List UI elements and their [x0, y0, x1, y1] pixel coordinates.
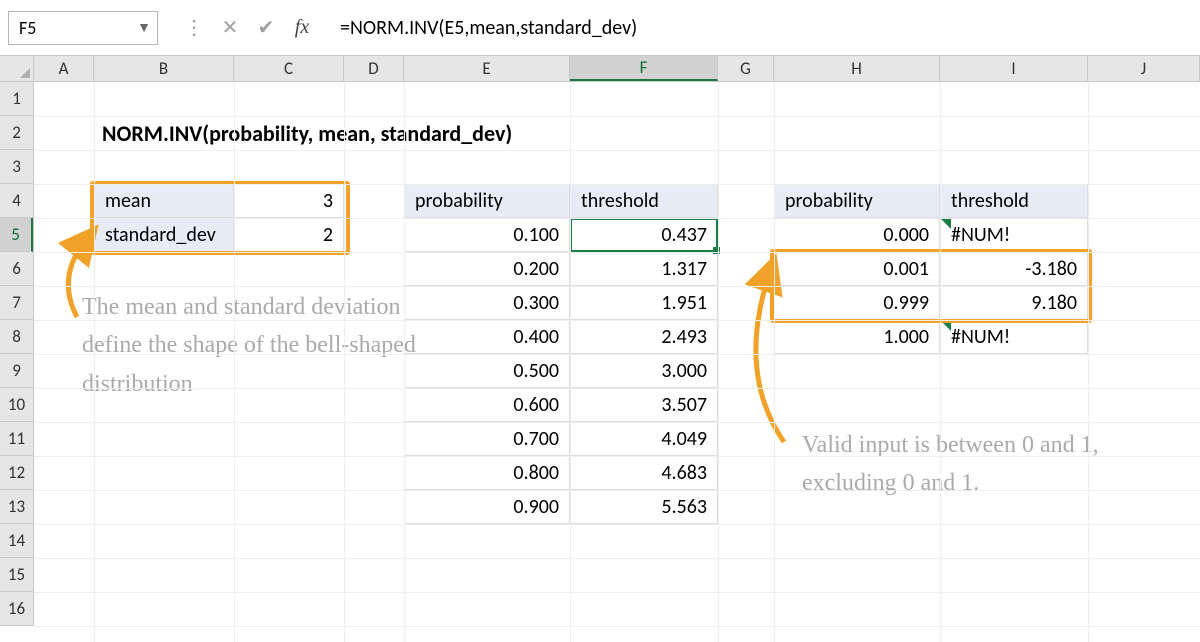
row-header-8[interactable]: 8 [0, 320, 33, 354]
page-title: NORM.INV(probability, mean, standard_dev… [102, 120, 512, 147]
col-header-C[interactable]: C [234, 56, 344, 81]
cell-E12[interactable]: 0.800 [404, 456, 570, 490]
row-header-10[interactable]: 10 [0, 388, 33, 422]
row-headers: 12345678910111213141516 [0, 82, 34, 626]
cell-F6[interactable]: 1.317 [570, 252, 718, 286]
cell-E6[interactable]: 0.200 [404, 252, 570, 286]
cell-E7[interactable]: 0.300 [404, 286, 570, 320]
cell-F5[interactable]: 0.437 [570, 218, 718, 252]
cell-I7[interactable]: 9.180 [940, 286, 1088, 320]
formula-bar: F5 ▼ ⋮ ✕ ✔ fx =NORM.INV(E5,mean,standard… [0, 0, 1200, 56]
cell-E9[interactable]: 0.500 [404, 354, 570, 388]
row-header-11[interactable]: 11 [0, 422, 33, 456]
cell-I5[interactable]: #NUM! [940, 218, 1088, 252]
col-header-G[interactable]: G [718, 56, 774, 81]
error-indicator-icon [941, 219, 951, 229]
cell-F13[interactable]: 5.563 [570, 490, 718, 524]
cell-E13[interactable]: 0.900 [404, 490, 570, 524]
row-header-14[interactable]: 14 [0, 524, 33, 558]
cancel-icon[interactable]: ✕ [212, 11, 248, 45]
cell-F12[interactable]: 4.683 [570, 456, 718, 490]
chevron-down-icon[interactable]: ▼ [137, 19, 151, 36]
formula-input[interactable]: =NORM.INV(E5,mean,standard_dev) [320, 16, 1192, 40]
cell-F11[interactable]: 4.049 [570, 422, 718, 456]
cell-E5[interactable]: 0.100 [404, 218, 570, 252]
cell-B5[interactable]: standard_dev [94, 218, 234, 252]
undo-step-icon[interactable]: ⋮ [176, 11, 212, 45]
row-header-5[interactable]: 5 [0, 218, 33, 252]
error-indicator-icon [941, 321, 951, 331]
name-box-value: F5 [19, 17, 36, 39]
cell-I4[interactable]: threshold [940, 184, 1088, 218]
row-header-6[interactable]: 6 [0, 252, 33, 286]
cell-I6[interactable]: -3.180 [940, 252, 1088, 286]
col-header-A[interactable]: A [34, 56, 94, 81]
cell-E11[interactable]: 0.700 [404, 422, 570, 456]
row-header-13[interactable]: 13 [0, 490, 33, 524]
cell-F4[interactable]: threshold [570, 184, 718, 218]
row-header-4[interactable]: 4 [0, 184, 33, 218]
cell-E4[interactable]: probability [404, 184, 570, 218]
cell-F8[interactable]: 2.493 [570, 320, 718, 354]
arrow-icon [734, 262, 804, 452]
row-header-16[interactable]: 16 [0, 592, 33, 626]
column-headers: ABCDEFGHIJ [34, 56, 1200, 82]
enter-icon[interactable]: ✔ [248, 11, 284, 45]
cell-E8[interactable]: 0.400 [404, 320, 570, 354]
annotation-note: Valid input is between 0 and 1, excludin… [802, 426, 1142, 503]
col-header-J[interactable]: J [1088, 56, 1200, 81]
row-header-12[interactable]: 12 [0, 456, 33, 490]
worksheet-grid[interactable]: NORM.INV(probability, mean, standard_dev… [34, 82, 1200, 630]
cell-E10[interactable]: 0.600 [404, 388, 570, 422]
row-header-3[interactable]: 3 [0, 150, 33, 184]
row-header-15[interactable]: 15 [0, 558, 33, 592]
cell-I8[interactable]: #NUM! [940, 320, 1088, 354]
cell-C4[interactable]: 3 [234, 184, 344, 218]
name-box[interactable]: F5 ▼ [8, 11, 158, 45]
row-header-2[interactable]: 2 [0, 116, 33, 150]
fx-icon[interactable]: fx [284, 11, 320, 45]
cell-H4[interactable]: probability [774, 184, 940, 218]
select-all-corner[interactable] [0, 56, 34, 82]
row-header-9[interactable]: 9 [0, 354, 33, 388]
col-header-I[interactable]: I [940, 56, 1088, 81]
cell-F7[interactable]: 1.951 [570, 286, 718, 320]
col-header-E[interactable]: E [404, 56, 570, 81]
row-header-7[interactable]: 7 [0, 286, 33, 320]
row-header-1[interactable]: 1 [0, 82, 33, 116]
cell-F10[interactable]: 3.507 [570, 388, 718, 422]
col-header-D[interactable]: D [344, 56, 404, 81]
annotation-note: The mean and standard deviation define t… [82, 288, 422, 403]
col-header-B[interactable]: B [94, 56, 234, 81]
cell-B4[interactable]: mean [94, 184, 234, 218]
arrow-icon [52, 232, 112, 322]
cell-C5[interactable]: 2 [234, 218, 344, 252]
cell-H5[interactable]: 0.000 [774, 218, 940, 252]
col-header-F[interactable]: F [570, 56, 718, 81]
cell-F9[interactable]: 3.000 [570, 354, 718, 388]
col-header-H[interactable]: H [774, 56, 940, 81]
